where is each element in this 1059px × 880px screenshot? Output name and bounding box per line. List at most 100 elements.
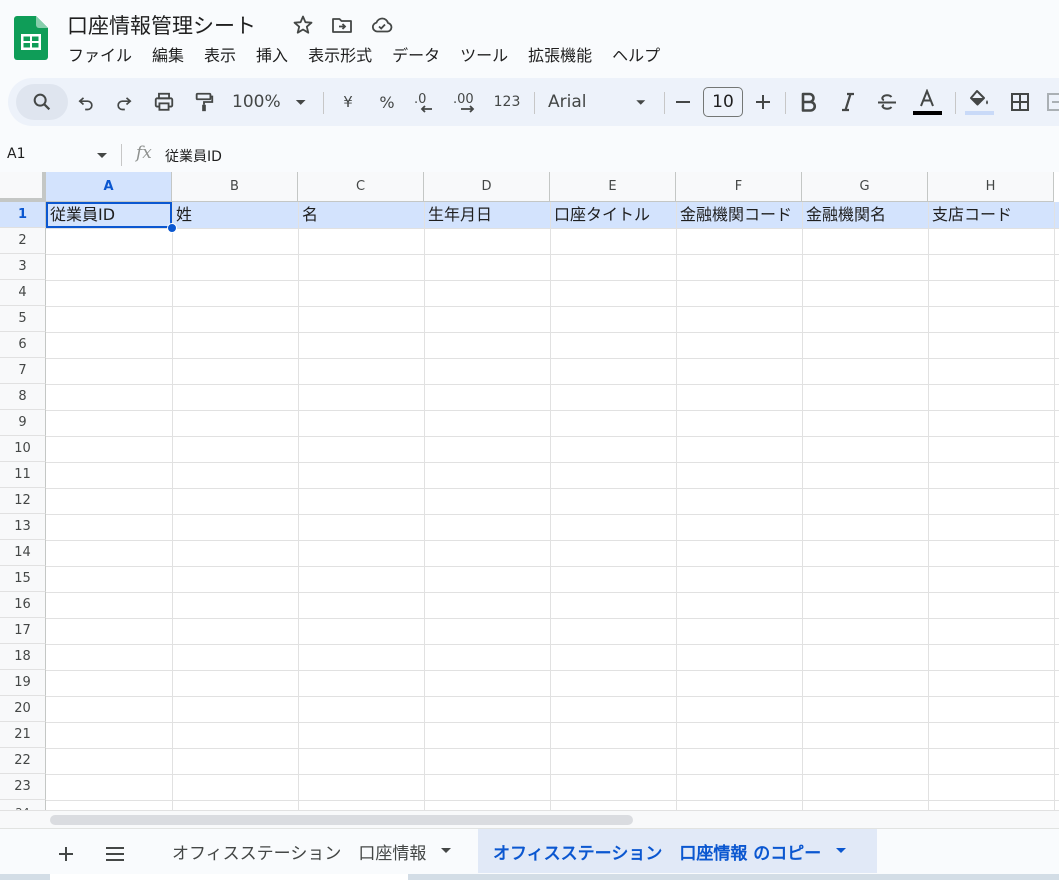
horizontal-scrollbar-thumb[interactable]: [50, 815, 633, 825]
row-header[interactable]: 6: [0, 332, 46, 358]
row-header[interactable]: 16: [0, 592, 46, 618]
row-header[interactable]: 23: [0, 774, 46, 800]
row-header[interactable]: 14: [0, 540, 46, 566]
column-header-h[interactable]: H: [928, 172, 1054, 202]
row-header[interactable]: 3: [0, 254, 46, 280]
search-menus-button[interactable]: [28, 78, 56, 126]
row-header[interactable]: 17: [0, 618, 46, 644]
row-header[interactable]: 4: [0, 280, 46, 306]
borders-button[interactable]: [1008, 78, 1032, 126]
merge-cells-button[interactable]: [1046, 78, 1059, 126]
row-header[interactable]: 12: [0, 488, 46, 514]
formula-input[interactable]: 従業員ID: [165, 146, 222, 166]
row-header[interactable]: 20: [0, 696, 46, 722]
italic-button[interactable]: [836, 78, 860, 126]
row-header[interactable]: 2: [0, 228, 46, 254]
cell-f1[interactable]: 金融機関コード: [676, 202, 802, 228]
column-header-e[interactable]: E: [550, 172, 676, 202]
menu-data[interactable]: データ: [382, 44, 450, 68]
menu-help[interactable]: ヘルプ: [602, 44, 670, 68]
spreadsheet-grid[interactable]: A B C D E F G H 1 2 3 4 5 6 7 8 9 10 11 …: [0, 172, 1059, 810]
chevron-down-icon[interactable]: [440, 847, 452, 855]
row-header[interactable]: 13: [0, 514, 46, 540]
row-header[interactable]: 7: [0, 358, 46, 384]
row-header[interactable]: 10: [0, 436, 46, 462]
menu-view[interactable]: 表示: [194, 44, 246, 68]
cell-e1[interactable]: 口座タイトル: [550, 202, 676, 228]
add-sheet-button[interactable]: [54, 842, 78, 866]
gridline: [928, 202, 929, 810]
gridline: [550, 202, 551, 810]
row-header[interactable]: 5: [0, 306, 46, 332]
percent-format-button[interactable]: %: [375, 78, 399, 126]
undo-button[interactable]: [74, 78, 98, 126]
row-header[interactable]: 21: [0, 722, 46, 748]
text-color-button[interactable]: [910, 78, 944, 126]
sheets-logo-icon[interactable]: [14, 16, 48, 60]
decrease-decimal-button[interactable]: .0: [412, 78, 440, 126]
row-header[interactable]: 22: [0, 748, 46, 774]
increase-font-size-button[interactable]: [752, 78, 774, 126]
cell-b1[interactable]: 姓: [172, 202, 298, 228]
menu-extensions[interactable]: 拡張機能: [518, 44, 602, 68]
column-header-a[interactable]: A: [46, 172, 172, 202]
paint-format-button[interactable]: [192, 78, 216, 126]
cell-d1[interactable]: 生年月日: [424, 202, 550, 228]
svg-text:.0: .0: [414, 92, 426, 107]
fill-color-button[interactable]: [964, 78, 994, 126]
bold-button[interactable]: [796, 78, 820, 126]
menu-file[interactable]: ファイル: [58, 44, 142, 68]
column-header-c[interactable]: C: [298, 172, 424, 202]
star-icon[interactable]: [291, 13, 315, 37]
column-header-g[interactable]: G: [802, 172, 928, 202]
sheet-tab-active[interactable]: オフィスステーション 口座情報 のコピー: [478, 829, 877, 873]
row-header[interactable]: 15: [0, 566, 46, 592]
currency-format-button[interactable]: ¥: [336, 78, 360, 126]
column-header-f[interactable]: F: [676, 172, 802, 202]
font-family-select[interactable]: Arial: [548, 78, 652, 126]
toolbar-divider: [323, 92, 324, 114]
gridline: [46, 696, 1059, 697]
gridline: [46, 228, 1059, 229]
svg-text:.00: .00: [453, 92, 474, 107]
print-button[interactable]: [151, 78, 177, 126]
row-header[interactable]: 9: [0, 410, 46, 436]
row-header[interactable]: 18: [0, 644, 46, 670]
move-folder-icon[interactable]: [330, 13, 354, 37]
zoom-value: 100%: [232, 92, 281, 112]
menu-edit[interactable]: 編集: [142, 44, 194, 68]
increase-decimal-button[interactable]: .00: [451, 78, 481, 126]
document-title[interactable]: 口座情報管理シート: [67, 10, 256, 40]
row-header[interactable]: 1: [0, 202, 46, 228]
more-formats-button[interactable]: 123: [492, 78, 522, 126]
font-size-input[interactable]: 10: [703, 87, 743, 117]
strikethrough-button[interactable]: [874, 78, 900, 126]
chevron-down-icon[interactable]: [96, 152, 108, 160]
formula-bar: A1 fx 従業員ID: [0, 140, 1059, 170]
redo-button[interactable]: [112, 78, 136, 126]
cell-c1[interactable]: 名: [298, 202, 424, 228]
column-header-b[interactable]: B: [172, 172, 298, 202]
row-header[interactable]: 8: [0, 384, 46, 410]
gridline: [46, 540, 1059, 541]
menu-format[interactable]: 表示形式: [298, 44, 382, 68]
fill-handle[interactable]: [167, 223, 177, 233]
row-header[interactable]: 11: [0, 462, 46, 488]
menu-insert[interactable]: 挿入: [246, 44, 298, 68]
plus-icon: [756, 95, 770, 109]
cell-h1[interactable]: 支店コード: [928, 202, 1054, 228]
all-sheets-button[interactable]: [103, 842, 127, 866]
cell-g1[interactable]: 金融機関名: [802, 202, 928, 228]
chevron-down-icon[interactable]: [835, 847, 847, 855]
decrease-font-size-button[interactable]: [672, 78, 694, 126]
column-header-d[interactable]: D: [424, 172, 550, 202]
search-icon: [33, 93, 51, 111]
name-box[interactable]: A1: [7, 146, 25, 162]
cloud-saved-icon[interactable]: [370, 13, 394, 37]
fill-color-swatch: [964, 111, 994, 115]
row-header[interactable]: 24: [0, 800, 46, 810]
sheet-tab[interactable]: オフィスステーション 口座情報: [160, 829, 452, 873]
zoom-select[interactable]: 100%: [232, 78, 312, 126]
menu-tools[interactable]: ツール: [450, 44, 518, 68]
row-header[interactable]: 19: [0, 670, 46, 696]
